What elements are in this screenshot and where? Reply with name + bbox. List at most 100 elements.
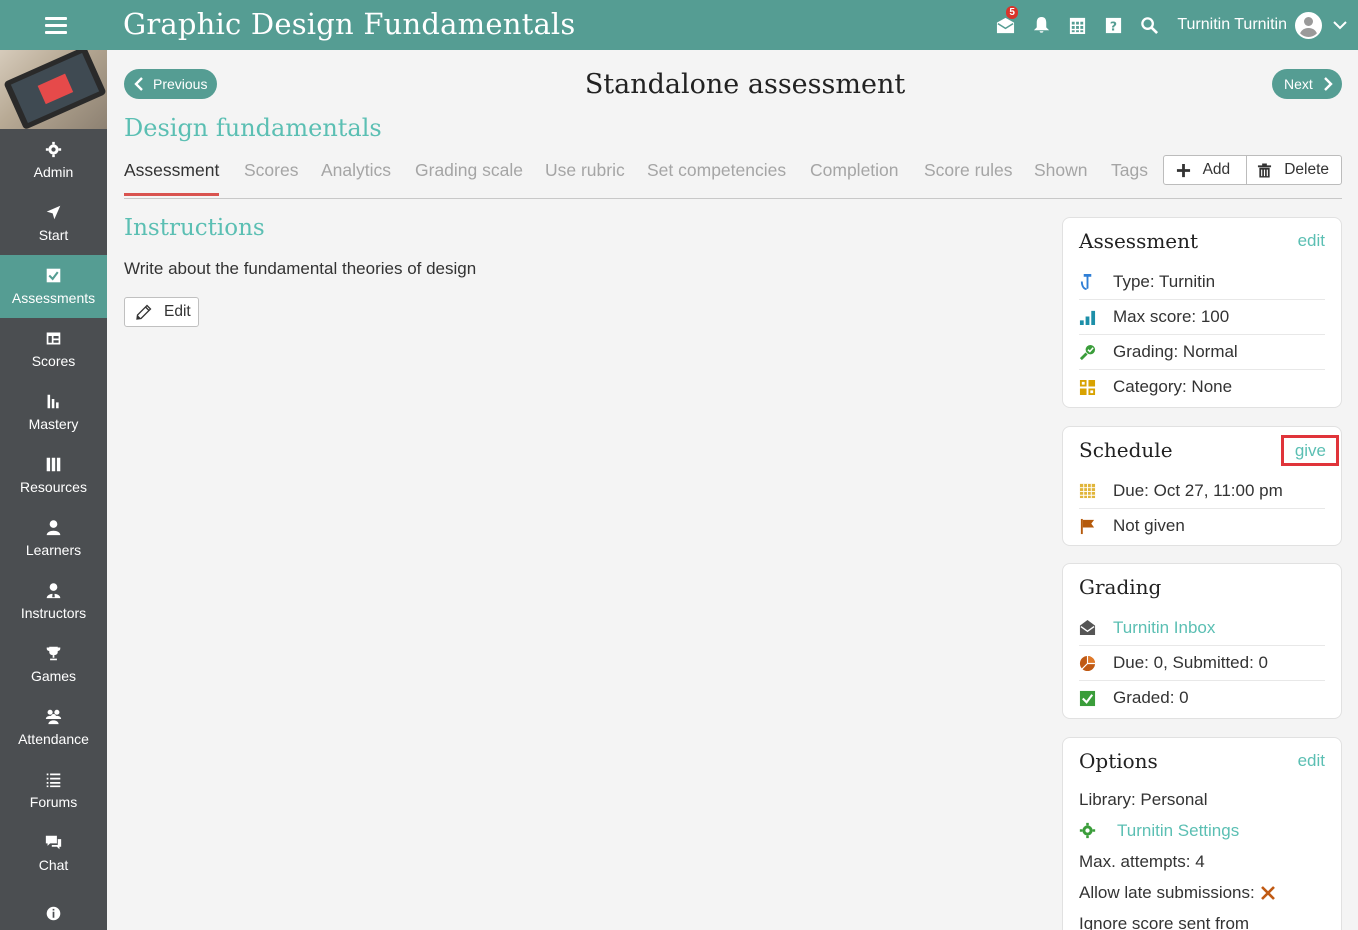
svg-text:?: ? (1110, 19, 1117, 33)
grading-card-title: Grading (1079, 575, 1162, 599)
tab-bar: Assessment Scores Analytics Grading scal… (124, 155, 1342, 199)
course-name[interactable]: Design fundamentals (124, 114, 382, 142)
edit-instructions-button[interactable]: Edit (124, 297, 199, 327)
messages-button[interactable]: 5 (987, 0, 1023, 50)
grading-card: Grading Turnitin Inbox Due: 0, Submitted… (1062, 563, 1342, 719)
avatar[interactable] (1295, 11, 1322, 39)
sidebar-item-admin[interactable]: Admin (0, 129, 107, 192)
assessment-edit-link[interactable]: edit (1298, 231, 1325, 251)
tab-grading-scale[interactable]: Grading scale (415, 160, 523, 181)
tab-assessment[interactable]: Assessment (124, 160, 220, 196)
turnitin-settings-link[interactable]: Turnitin Settings (1117, 821, 1239, 841)
top-icons: 5 ? Turnitin Turnitin (987, 0, 1358, 50)
sidebar-item-label: Attendance (18, 731, 89, 747)
bell-icon (1033, 16, 1049, 33)
options-card: Options edit Library: Personal Turnitin … (1062, 737, 1342, 930)
user-menu-button[interactable] (1322, 0, 1358, 50)
sidebar-item-label: Games (30, 668, 77, 684)
tab-tags[interactable]: Tags (1111, 160, 1148, 181)
category-text: Category: None (1113, 377, 1233, 396)
given-status-text: Not given (1113, 516, 1185, 535)
tab-scores[interactable]: Scores (244, 160, 298, 181)
instructor-icon (46, 583, 61, 599)
library-text: Library: Personal (1079, 789, 1208, 809)
type-text: Type: Turnitin (1113, 271, 1216, 291)
tab-shown[interactable]: Shown (1034, 160, 1088, 181)
chevron-down-icon (1333, 21, 1347, 30)
schedule-card-title: Schedule (1079, 438, 1173, 462)
main-content: Previous Standalone assessment Next Desi… (107, 50, 1358, 930)
tablet-illustration (3, 50, 107, 129)
max-attempts-text: Max. attempts: 4 (1079, 851, 1205, 871)
sidebar-item-mastery[interactable]: Mastery (0, 381, 107, 444)
delete-button[interactable]: Delete (1246, 156, 1341, 184)
ignore-score-text: Ignore score sent from (1079, 913, 1250, 930)
help-button[interactable]: ? (1095, 0, 1131, 50)
sidebar-item-scores[interactable]: Scores (0, 318, 107, 381)
due-date-text: Due: Oct 27, 11:00 pm (1113, 480, 1283, 500)
sidebar-item-games[interactable]: Games (0, 633, 107, 696)
user-icon (46, 520, 61, 536)
next-label: Next (1284, 76, 1313, 92)
search-icon (1141, 16, 1158, 34)
tab-completion[interactable]: Completion (810, 160, 899, 181)
signal-bars-icon (1079, 310, 1096, 325)
pencil-icon (136, 304, 152, 320)
sidebar-item-instructors[interactable]: Instructors (0, 570, 107, 633)
tab-set-competencies[interactable]: Set competencies (647, 160, 786, 181)
scores-table-icon (46, 332, 61, 345)
hamburger-menu-icon[interactable] (34, 13, 78, 37)
give-link[interactable]: give (1280, 434, 1339, 466)
chevron-right-icon (1323, 77, 1333, 91)
delete-label: Delete (1284, 161, 1329, 178)
sidebar: Admin Start Assessments Scores Mastery R… (0, 50, 107, 930)
checked-box-icon (1079, 690, 1096, 706)
sidebar-item-label: Chat (38, 857, 69, 873)
plus-icon (1176, 163, 1190, 177)
user-name[interactable]: Turnitin Turnitin (1177, 16, 1287, 34)
app-title[interactable]: Graphic Design Fundamentals (123, 7, 576, 41)
checkbox-icon (46, 268, 61, 283)
sidebar-item-start[interactable]: Start (0, 192, 107, 255)
turnitin-inbox-link[interactable]: Turnitin Inbox (1113, 618, 1215, 638)
sidebar-item-info[interactable] (0, 885, 107, 930)
add-button[interactable]: Add (1164, 156, 1247, 184)
options-card-title: Options (1079, 749, 1158, 773)
sidebar-item-forums[interactable]: Forums (0, 759, 107, 822)
tab-analytics[interactable]: Analytics (321, 160, 391, 181)
course-image[interactable] (0, 50, 107, 129)
category-grid-icon (1079, 379, 1096, 395)
options-edit-link[interactable]: edit (1298, 751, 1325, 771)
max-score-text: Max score: 100 (1113, 307, 1230, 326)
calendar-icon (1079, 483, 1096, 499)
search-button[interactable] (1131, 0, 1167, 50)
instructions-text: Write about the fundamental theories of … (124, 259, 477, 278)
inbox-envelope-icon (1079, 619, 1096, 636)
books-icon (46, 457, 61, 472)
sidebar-item-label: Resources (20, 479, 87, 495)
grading-check-icon (1079, 344, 1096, 360)
list-icon (46, 773, 61, 788)
sidebar-item-resources[interactable]: Resources (0, 444, 107, 507)
calendar-grid-icon (1069, 17, 1085, 34)
sidebar-item-label: Scores (31, 353, 76, 369)
sidebar-item-label: Forums (29, 794, 78, 810)
edit-label: Edit (164, 303, 191, 320)
sidebar-item-assessments[interactable]: Assessments (0, 255, 107, 318)
notification-badge: 5 (1006, 6, 1018, 19)
sidebar-item-chat[interactable]: Chat (0, 822, 107, 885)
next-button[interactable]: Next (1272, 69, 1342, 99)
graded-text: Graded: 0 (1113, 688, 1189, 707)
alerts-button[interactable] (1023, 0, 1059, 50)
sidebar-item-label: Assessments (11, 290, 96, 306)
flag-icon (1080, 518, 1095, 534)
calendar-button[interactable] (1059, 0, 1095, 50)
tab-use-rubric[interactable]: Use rubric (545, 160, 625, 181)
sidebar-item-learners[interactable]: Learners (0, 507, 107, 570)
tab-score-rules[interactable]: Score rules (924, 160, 1013, 181)
sidebar-item-label: Instructors (20, 605, 87, 621)
sidebar-item-attendance[interactable]: Attendance (0, 696, 107, 759)
gear-icon (1079, 822, 1096, 839)
cross-icon (1260, 885, 1275, 900)
instructions-title: Instructions (124, 215, 265, 241)
